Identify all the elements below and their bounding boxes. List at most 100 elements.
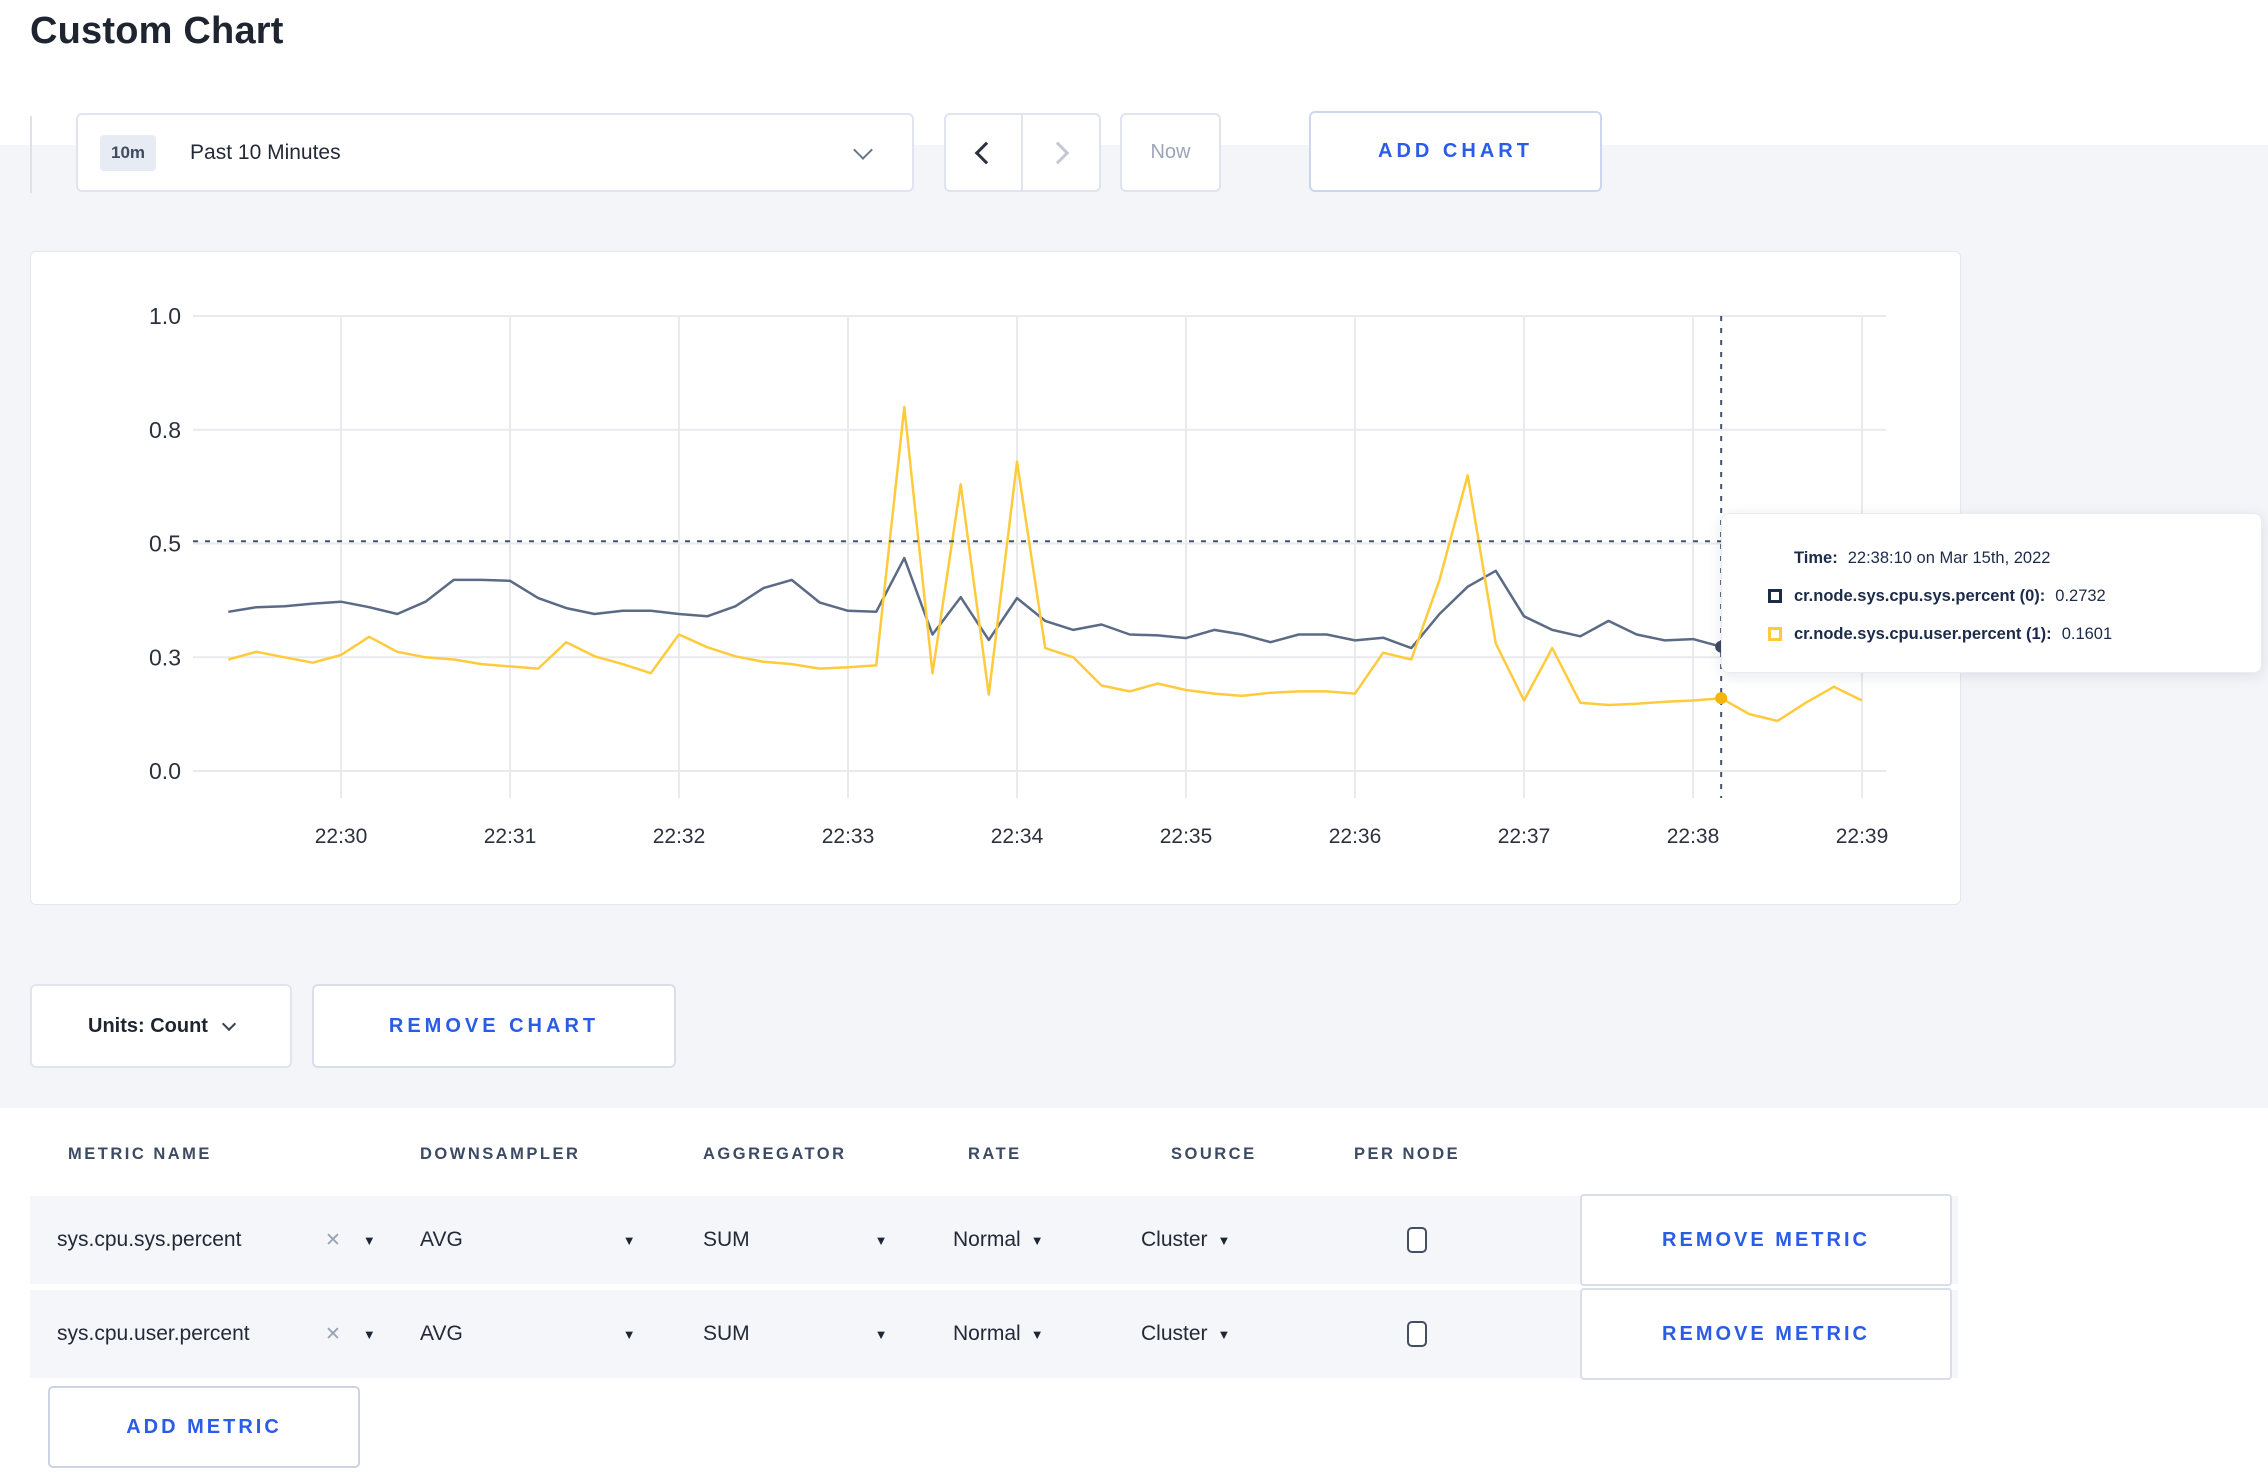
dropdown-arrow-icon: ▼ [874, 1232, 888, 1248]
add-metric-label: ADD METRIC [126, 1415, 282, 1438]
toolbar-divider [30, 116, 32, 193]
clear-metric-icon[interactable]: ✕ [325, 1229, 341, 1252]
dropdown-arrow-icon: ▼ [1030, 1326, 1044, 1342]
rate-value: Normal [953, 1322, 1021, 1345]
per-node-checkbox[interactable] [1407, 1227, 1427, 1253]
chart-card: 0.0 0.3 0.5 0.8 1.0 22:30 22:31 22:32 22:33 22:34… [30, 251, 1961, 905]
units-label: Units: Count [88, 1014, 208, 1037]
remove-metric-button[interactable]: REMOVE METRIC [1580, 1194, 1952, 1286]
remove-metric-button[interactable]: REMOVE METRIC [1580, 1288, 1952, 1380]
next-range-button[interactable] [1023, 115, 1100, 190]
svg-text:1.0: 1.0 [149, 303, 181, 329]
source-dropdown[interactable]: Cluster ▼ [1141, 1228, 1341, 1252]
svg-text:0.0: 0.0 [149, 758, 181, 784]
add-chart-button[interactable]: ADD CHART [1309, 111, 1602, 192]
svg-text:0.8: 0.8 [149, 417, 181, 443]
series-sys-swatch-icon [1768, 589, 1782, 603]
svg-text:22:30: 22:30 [315, 825, 368, 848]
dropdown-arrow-icon: ▼ [1217, 1232, 1231, 1248]
aggregator-dropdown[interactable]: SUM ▼ [703, 1228, 953, 1252]
metrics-table-header: METRIC NAME DOWNSAMPLER AGGREGATOR RATE … [30, 1113, 1961, 1196]
remove-metric-label: REMOVE METRIC [1662, 1228, 1870, 1251]
metric-name-value: sys.cpu.user.percent [57, 1322, 250, 1345]
dropdown-arrow-icon: ▼ [874, 1326, 888, 1342]
metric-name-value: sys.cpu.sys.percent [57, 1228, 242, 1251]
svg-text:22:35: 22:35 [1160, 825, 1213, 848]
dropdown-arrow-icon[interactable]: ▼ [363, 1233, 376, 1248]
clear-metric-icon[interactable]: ✕ [325, 1323, 341, 1346]
rate-dropdown[interactable]: Normal ▼ [953, 1322, 1141, 1346]
series-user-swatch-icon [1768, 627, 1782, 641]
now-button[interactable]: Now [1120, 113, 1221, 192]
tooltip-series-value: 0.2732 [2055, 586, 2106, 605]
svg-text:22:39: 22:39 [1836, 825, 1889, 848]
units-select[interactable]: Units: Count [30, 984, 292, 1068]
col-header-per-node: PER NODE [1354, 1145, 1461, 1163]
downsampler-value: AVG [420, 1322, 463, 1345]
tooltip-series-row: cr.node.sys.cpu.user.percent (1): 0.1601 [1722, 615, 2261, 653]
svg-text:22:37: 22:37 [1498, 825, 1551, 848]
per-node-cell [1341, 1321, 1533, 1347]
chevron-down-icon [853, 139, 873, 160]
svg-text:0.3: 0.3 [149, 644, 181, 670]
aggregator-value: SUM [703, 1322, 750, 1345]
col-header-source: SOURCE [1171, 1145, 1257, 1163]
aggregator-dropdown[interactable]: SUM ▼ [703, 1322, 953, 1346]
page-title: Custom Chart [30, 10, 284, 52]
per-node-checkbox[interactable] [1407, 1321, 1427, 1347]
tooltip-time-row: Time: 22:38:10 on Mar 15th, 2022 [1722, 539, 2261, 577]
metric-name-dropdown[interactable]: sys.cpu.sys.percent ✕ ▼ [30, 1228, 420, 1252]
add-chart-label: ADD CHART [1378, 140, 1533, 162]
source-value: Cluster [1141, 1322, 1208, 1345]
col-header-aggregator: AGGREGATOR [703, 1145, 847, 1163]
downsampler-dropdown[interactable]: AVG ▼ [420, 1322, 703, 1346]
per-node-cell [1341, 1227, 1533, 1253]
dropdown-arrow-icon: ▼ [622, 1232, 636, 1248]
dropdown-arrow-icon: ▼ [1030, 1232, 1044, 1248]
remove-metric-label: REMOVE METRIC [1662, 1322, 1870, 1345]
source-dropdown[interactable]: Cluster ▼ [1141, 1322, 1341, 1346]
tooltip-time-value: 22:38:10 on Mar 15th, 2022 [1847, 548, 2051, 567]
tooltip-series-label: cr.node.sys.cpu.sys.percent (0): [1794, 586, 2046, 605]
custom-chart-page: Custom Chart 10m Past 10 Minutes Now ADD… [0, 0, 2268, 1478]
time-range-badge: 10m [100, 134, 157, 171]
col-header-rate: RATE [968, 1145, 1022, 1163]
svg-text:22:36: 22:36 [1329, 825, 1382, 848]
downsampler-value: AVG [420, 1228, 463, 1251]
svg-text:22:34: 22:34 [991, 825, 1044, 848]
tooltip-series-row: cr.node.sys.cpu.sys.percent (0): 0.2732 [1722, 577, 2261, 615]
chevron-down-icon [221, 1016, 237, 1032]
chart-plot[interactable]: 0.0 0.3 0.5 0.8 1.0 22:30 22:31 22:32 22:33 22:34… [31, 252, 1960, 904]
table-row: sys.cpu.user.percent ✕ ▼ AVG ▼ SUM ▼ Nor… [30, 1288, 1958, 1380]
metrics-table: METRIC NAME DOWNSAMPLER AGGREGATOR RATE … [0, 1108, 2268, 1478]
remove-chart-label: REMOVE CHART [388, 1014, 600, 1037]
time-nav-group [944, 113, 1101, 192]
rate-value: Normal [953, 1228, 1021, 1251]
downsampler-dropdown[interactable]: AVG ▼ [420, 1228, 703, 1252]
chevron-right-icon [1046, 141, 1070, 164]
svg-text:22:31: 22:31 [484, 825, 537, 848]
dropdown-arrow-icon[interactable]: ▼ [363, 1327, 376, 1342]
col-header-metric-name: METRIC NAME [68, 1145, 212, 1163]
remove-chart-button[interactable]: REMOVE CHART [312, 984, 676, 1068]
svg-text:22:33: 22:33 [822, 825, 875, 848]
dropdown-arrow-icon: ▼ [1217, 1326, 1231, 1342]
metric-name-dropdown[interactable]: sys.cpu.user.percent ✕ ▼ [30, 1322, 420, 1346]
col-header-downsampler: DOWNSAMPLER [420, 1145, 581, 1163]
tooltip-time-label: Time: [1794, 548, 1838, 567]
chevron-left-icon [974, 141, 998, 164]
now-button-label: Now [1150, 141, 1191, 163]
tooltip-series-label: cr.node.sys.cpu.user.percent (1): [1794, 624, 2052, 643]
chart-hover-tooltip: Time: 22:38:10 on Mar 15th, 2022 cr.node… [1721, 513, 2262, 673]
rate-dropdown[interactable]: Normal ▼ [953, 1228, 1141, 1252]
svg-text:22:38: 22:38 [1667, 825, 1720, 848]
dropdown-arrow-icon: ▼ [622, 1326, 636, 1342]
svg-text:0.5: 0.5 [149, 531, 181, 557]
time-range-select[interactable]: 10m Past 10 Minutes [76, 113, 914, 192]
prev-range-button[interactable] [946, 115, 1023, 190]
table-row: sys.cpu.sys.percent ✕ ▼ AVG ▼ SUM ▼ Norm… [30, 1194, 1958, 1286]
add-metric-button[interactable]: ADD METRIC [48, 1386, 360, 1468]
svg-text:22:32: 22:32 [653, 825, 706, 848]
tooltip-series-value: 0.1601 [2061, 624, 2113, 643]
aggregator-value: SUM [703, 1228, 750, 1251]
